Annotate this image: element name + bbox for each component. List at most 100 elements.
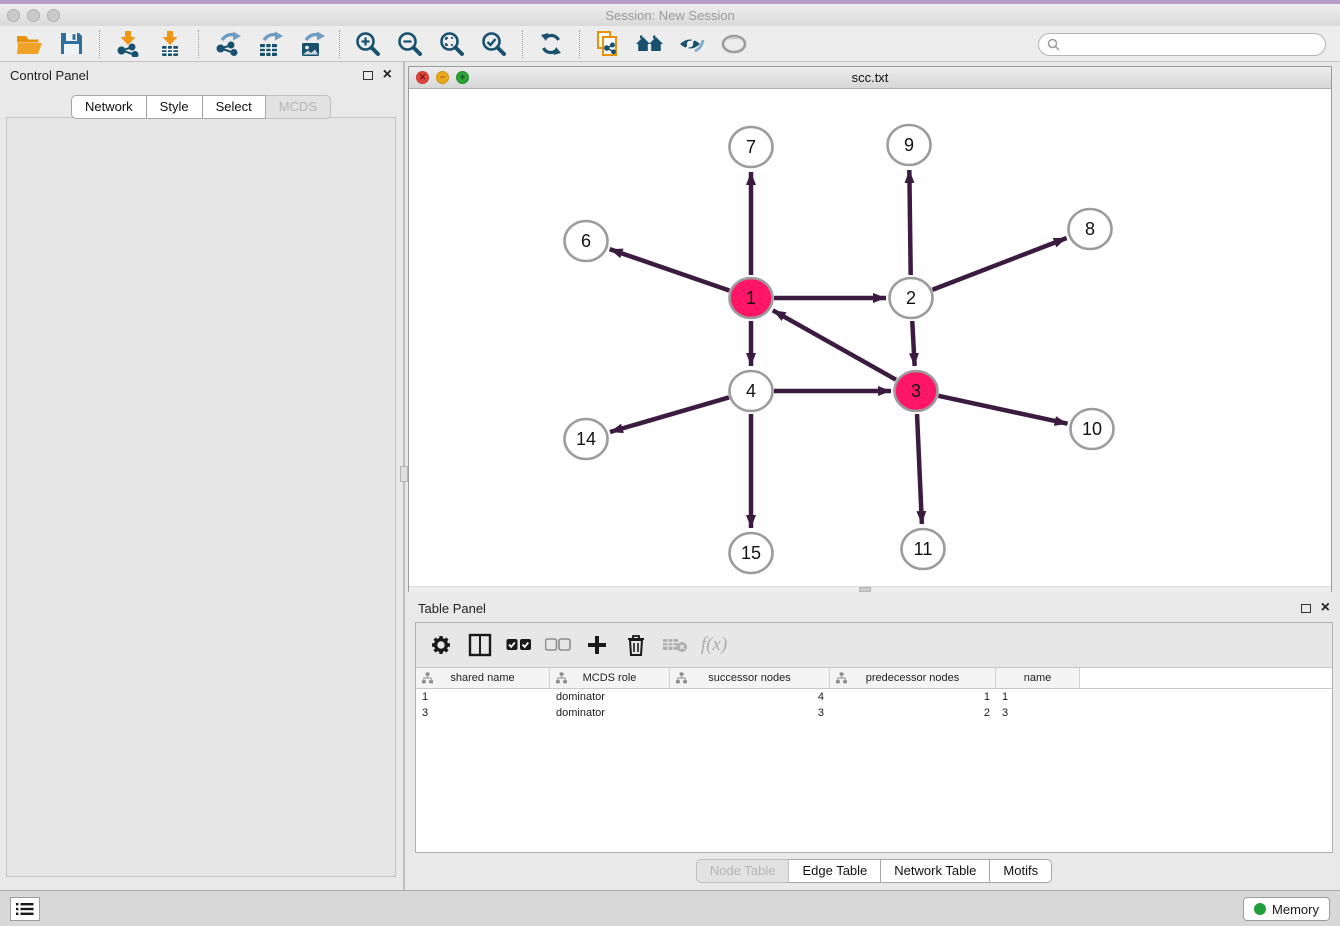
graph-node-7[interactable]: 7 xyxy=(730,127,773,167)
node-table-box: f(x) shared nameMCDS rolesuccessor nodes… xyxy=(415,622,1333,853)
memory-button[interactable]: Memory xyxy=(1243,897,1330,921)
tab-motifs[interactable]: Motifs xyxy=(990,859,1052,883)
graph-node-10[interactable]: 10 xyxy=(1071,409,1114,449)
tab-network[interactable]: Network xyxy=(71,95,147,119)
table-cell[interactable]: 4 xyxy=(670,691,830,703)
import-table-button[interactable] xyxy=(154,28,186,60)
save-session-button[interactable] xyxy=(55,28,87,60)
unselect-all-columns-button[interactable] xyxy=(543,630,573,660)
attribute-type-icon xyxy=(836,672,847,684)
graph-node-4[interactable]: 4 xyxy=(730,371,773,411)
edge-3-10[interactable] xyxy=(938,396,1067,424)
column-header-predecessor-nodes[interactable]: predecessor nodes xyxy=(830,668,996,688)
table-cell[interactable]: 1 xyxy=(416,691,550,703)
table-cell[interactable]: dominator xyxy=(550,707,670,719)
search-icon xyxy=(1047,38,1060,51)
tab-style[interactable]: Style xyxy=(147,95,203,119)
table-cell[interactable]: dominator xyxy=(550,691,670,703)
delete-table-button[interactable] xyxy=(660,630,690,660)
export-table-button[interactable] xyxy=(253,28,285,60)
zoom-fit-icon xyxy=(439,31,465,57)
export-network-button[interactable] xyxy=(211,28,243,60)
column-header-shared-name[interactable]: shared name xyxy=(416,668,550,688)
network-canvas[interactable]: 7 9 6 8 1 2 4 3 14 10 15 11 xyxy=(409,89,1331,586)
table-cell[interactable]: 3 xyxy=(996,707,1080,719)
import-network-button[interactable] xyxy=(112,28,144,60)
edge-2-8[interactable] xyxy=(932,238,1066,290)
tab-select[interactable]: Select xyxy=(203,95,266,119)
tab-network-table[interactable]: Network Table xyxy=(881,859,990,883)
table-row[interactable]: 1dominator411 xyxy=(416,689,1332,705)
column-header-name[interactable]: name xyxy=(996,668,1080,688)
toolbar-separator xyxy=(339,30,340,58)
control-panel-title: Control Panel xyxy=(10,68,89,83)
show-graphics-details-button[interactable] xyxy=(718,28,750,60)
create-column-button[interactable] xyxy=(582,630,612,660)
open-folder-icon xyxy=(16,33,43,55)
close-table-panel-icon[interactable]: × xyxy=(1321,603,1330,613)
refresh-button[interactable] xyxy=(535,28,567,60)
tab-mcds[interactable]: MCDS xyxy=(266,95,331,119)
memory-label: Memory xyxy=(1272,902,1319,917)
network-hscrollbar[interactable] xyxy=(409,586,1331,592)
graph-node-14[interactable]: 14 xyxy=(565,419,608,459)
table-panel-title: Table Panel xyxy=(418,601,486,616)
svg-text:9: 9 xyxy=(904,135,914,155)
function-builder-button[interactable]: f(x) xyxy=(699,630,729,660)
graph-node-1[interactable]: 1 xyxy=(730,278,773,318)
tab-node-table[interactable]: Node Table xyxy=(696,859,790,883)
network-view-window: ✕ − + scc.txt 7968124314101511 xyxy=(408,66,1332,592)
table-row[interactable]: 3dominator323 xyxy=(416,705,1332,721)
copy-network-button[interactable] xyxy=(592,28,624,60)
graph-node-11[interactable]: 11 xyxy=(902,529,945,569)
panel-divider-handle[interactable] xyxy=(400,466,408,482)
edge-1-6[interactable] xyxy=(610,249,730,290)
float-panel-icon[interactable] xyxy=(363,71,373,80)
edge-3-1[interactable] xyxy=(773,310,896,379)
search-input[interactable] xyxy=(1064,36,1325,54)
graph-node-3[interactable]: 3 xyxy=(895,371,938,411)
table-cell[interactable]: 3 xyxy=(670,707,830,719)
graph-node-2[interactable]: 2 xyxy=(890,278,933,318)
houses-icon xyxy=(636,32,664,56)
edge-4-14[interactable] xyxy=(610,397,729,432)
task-history-button[interactable] xyxy=(10,897,40,921)
table-cell[interactable]: 2 xyxy=(830,707,996,719)
status-bar: Memory xyxy=(0,890,1340,926)
table-toolbar: f(x) xyxy=(416,623,1332,668)
table-settings-button[interactable] xyxy=(426,630,456,660)
column-header-MCDS-role[interactable]: MCDS role xyxy=(550,668,670,688)
list-icon xyxy=(16,902,34,916)
copy-network-icon xyxy=(595,31,621,57)
search-field[interactable] xyxy=(1038,33,1326,56)
edge-2-9[interactable] xyxy=(909,170,910,275)
delete-column-button[interactable] xyxy=(621,630,651,660)
table-cell[interactable]: 3 xyxy=(416,707,550,719)
table-cell[interactable]: 1 xyxy=(996,691,1080,703)
zoom-out-button[interactable] xyxy=(394,28,426,60)
network-overview-button[interactable] xyxy=(634,28,666,60)
control-panel-tabs: Network Style Select MCDS xyxy=(0,95,402,119)
edge-3-11[interactable] xyxy=(917,414,922,524)
tab-edge-table[interactable]: Edge Table xyxy=(789,859,881,883)
open-session-button[interactable] xyxy=(13,28,45,60)
edge-2-3[interactable] xyxy=(912,321,914,366)
table-cell[interactable]: 1 xyxy=(830,691,996,703)
graph-node-6[interactable]: 6 xyxy=(565,221,608,261)
export-image-button[interactable] xyxy=(295,28,327,60)
zoom-selected-button[interactable] xyxy=(478,28,510,60)
select-all-columns-button[interactable] xyxy=(504,630,534,660)
show-details-eye-icon xyxy=(720,33,748,55)
float-table-panel-icon[interactable] xyxy=(1301,604,1311,613)
graph-node-15[interactable]: 15 xyxy=(730,533,773,573)
hide-graphics-details-button[interactable] xyxy=(676,28,708,60)
close-panel-icon[interactable]: × xyxy=(383,70,392,80)
show-columns-button[interactable] xyxy=(465,630,495,660)
graph-node-9[interactable]: 9 xyxy=(888,125,931,165)
zoom-fit-button[interactable] xyxy=(436,28,468,60)
column-header-successor-nodes[interactable]: successor nodes xyxy=(670,668,830,688)
graph-node-8[interactable]: 8 xyxy=(1069,209,1112,249)
attribute-type-icon xyxy=(556,672,567,684)
network-hscroll-thumb[interactable] xyxy=(859,587,871,592)
zoom-in-button[interactable] xyxy=(352,28,384,60)
